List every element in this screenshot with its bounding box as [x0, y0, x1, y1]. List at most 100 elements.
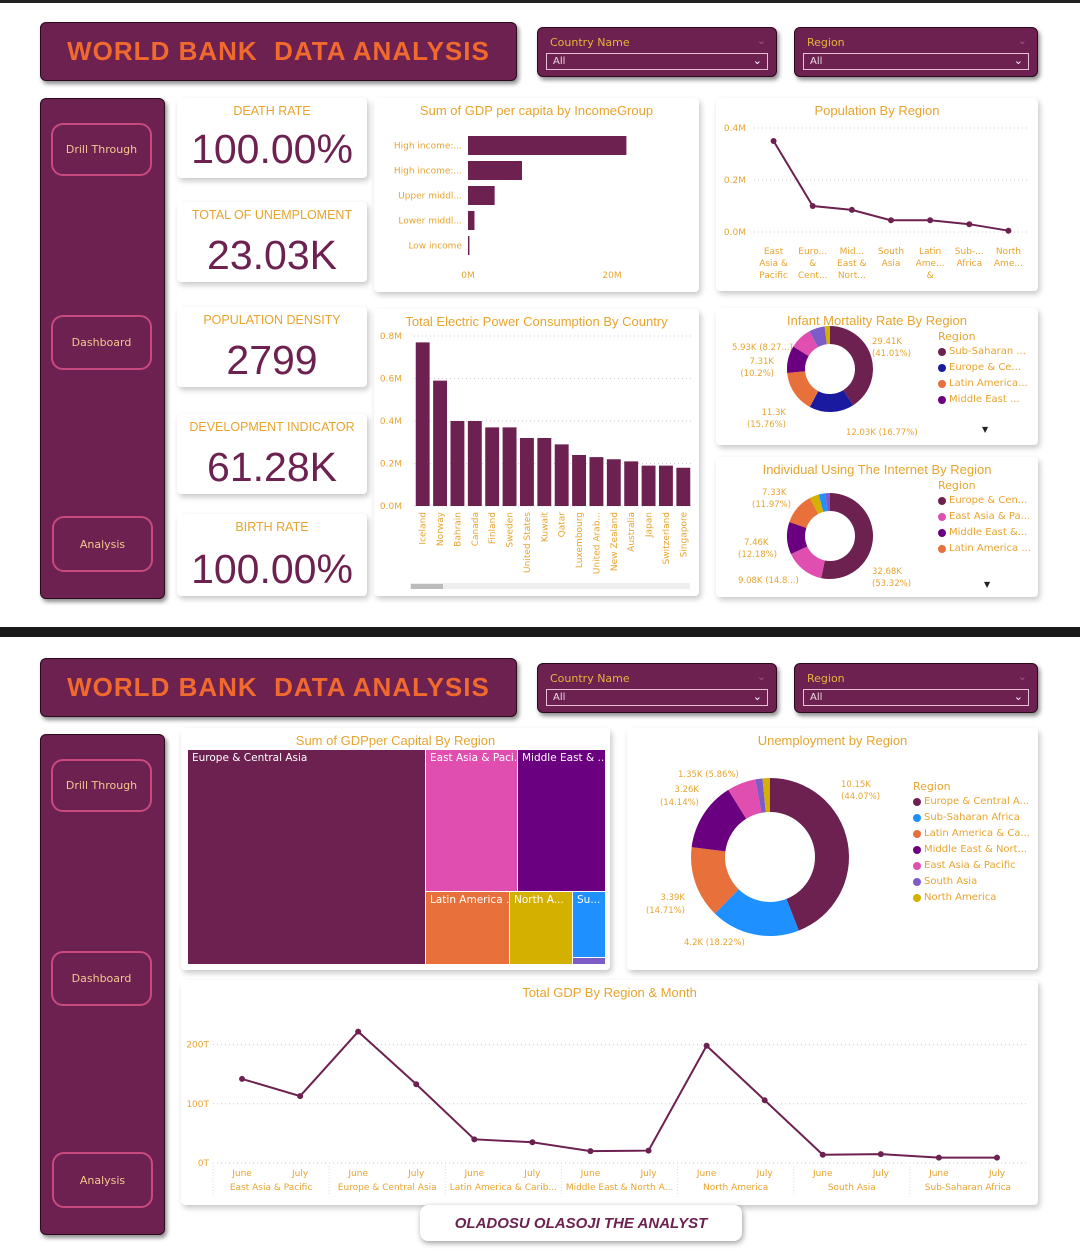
legend-item[interactable]: Middle East ... — [938, 394, 1028, 405]
unemployment-marks: 10.15K (44.07%) 4.2K (18.22%) 3.39K (14.71%)… — [646, 770, 880, 948]
tick-label: 100T — [186, 1100, 209, 1110]
legend-dot — [938, 379, 946, 388]
data-label: (41.01%) — [872, 349, 911, 359]
power-marks: 0.0M 0.2M 0.4M 0.6M 0.8M Iceland Norway Bahrain… — [380, 332, 692, 574]
bar — [502, 427, 517, 506]
tick-label: June — [231, 1169, 252, 1179]
internet-card: Individual Using The Internet By Region … — [716, 457, 1038, 597]
legend-item[interactable]: Europe & Cen... — [938, 495, 1031, 506]
legend-label: Sub-Saharan ... — [949, 346, 1026, 357]
data-label: (15.76%) — [747, 420, 786, 430]
author-footer: OLADOSU OLASOJI THE ANALYST — [420, 1205, 742, 1241]
country-slicer[interactable]: Country Name ⌄ All ⌄ — [537, 27, 777, 77]
analysis-button[interactable]: Analysis — [52, 1152, 153, 1208]
gdp-income-card: Sum of GDP per capita by IncomeGroup Hig… — [374, 98, 699, 292]
category-label: Canada — [471, 512, 481, 546]
region-slicer-label: Region — [807, 36, 845, 49]
unemployment-legend: Region Europe & Central A... Sub-Saharan… — [913, 780, 1030, 908]
treemap-tile[interactable]: Latin America ... — [426, 892, 509, 964]
category-label: South — [878, 247, 904, 257]
category-label: Asia & — [759, 259, 788, 269]
dashboard-button[interactable]: Dashboard — [51, 951, 152, 1006]
tick-label: July — [872, 1169, 890, 1179]
data-point — [471, 1136, 478, 1143]
legend-item[interactable]: Latin America & Ca... — [913, 828, 1030, 839]
legend-dot — [938, 395, 946, 404]
legend-item[interactable]: Sub-Saharan ... — [938, 346, 1028, 357]
legend-dot — [913, 861, 921, 870]
tick-label: 0T — [198, 1159, 210, 1169]
legend-scroll-down-icon[interactable]: ▼ — [984, 580, 990, 589]
dashboard-button[interactable]: Dashboard — [51, 315, 152, 370]
data-label: 10.15K — [841, 780, 871, 790]
treemap-tile[interactable]: Middle East & ... — [518, 750, 605, 891]
region-dropdown[interactable]: All ⌄ — [803, 689, 1029, 706]
tick-label: July — [407, 1169, 425, 1179]
legend-item[interactable]: Latin America ... — [938, 543, 1031, 554]
legend-item[interactable]: East Asia & Pa... — [938, 511, 1031, 522]
legend-item[interactable]: East Asia & Pacific — [913, 860, 1030, 871]
legend-item[interactable]: North America — [913, 892, 1030, 903]
region-dropdown[interactable]: All ⌄ — [803, 53, 1029, 70]
legend-scroll-down-icon[interactable]: ▼ — [982, 425, 988, 434]
data-point — [927, 217, 934, 224]
treemap-tile[interactable]: North A... — [510, 892, 572, 964]
bar — [467, 421, 482, 506]
region-slicer[interactable]: Region ⌄ All ⌄ — [794, 27, 1038, 77]
legend-item[interactable]: South Asia — [913, 876, 1030, 887]
treemap-tile-small[interactable] — [573, 958, 605, 964]
tick-label: 0.4M — [724, 124, 746, 134]
tick-label: 0.6M — [380, 375, 402, 385]
country-dropdown[interactable]: All ⌄ — [546, 689, 768, 706]
scrollbar-thumb[interactable] — [411, 584, 443, 589]
kpi-value: 100.00% — [191, 126, 353, 172]
data-point — [888, 217, 894, 224]
category-label: Singapore — [679, 512, 689, 558]
bar — [554, 444, 569, 506]
treemap-tile[interactable]: Su... — [573, 892, 605, 957]
chevron-down-icon: ⌄ — [756, 670, 766, 683]
legend-item[interactable]: Latin America... — [938, 378, 1028, 389]
scrollbar-track[interactable] — [410, 583, 690, 589]
data-label: (14.14%) — [660, 798, 699, 808]
legend-dot — [938, 528, 946, 537]
population-card: Population By Region 0.0M 0.2M 0.4M East Asi… — [716, 98, 1038, 291]
legend-item[interactable]: Middle East &... — [938, 527, 1031, 538]
data-point — [761, 1097, 768, 1104]
treemap-tile[interactable]: Europe & Central Asia — [188, 750, 425, 964]
legend-item[interactable]: Europe & Ce... — [938, 362, 1028, 373]
data-point — [529, 1139, 536, 1146]
drill-through-button[interactable]: Drill Through — [51, 759, 152, 812]
legend-item[interactable]: Europe & Central A... — [913, 796, 1030, 807]
power-chart: 0.0M 0.2M 0.4M 0.6M 0.8M Iceland Norway Bahrain… — [380, 332, 692, 589]
legend-item[interactable]: Middle East & Nort... — [913, 844, 1030, 855]
population-chart: 0.0M 0.2M 0.4M East Asia & Pacific Euro... & Cen… — [724, 124, 1028, 281]
category-label: North — [996, 247, 1021, 257]
data-point — [993, 1154, 1000, 1161]
treemap-tile[interactable]: East Asia & Paci... — [426, 750, 517, 891]
legend-dot — [938, 363, 946, 372]
country-dropdown[interactable]: All ⌄ — [546, 53, 768, 70]
data-point — [297, 1093, 304, 1100]
bar — [468, 211, 475, 230]
country-slicer[interactable]: Country Name ⌄ All ⌄ — [537, 663, 777, 713]
category-label: Norway — [436, 511, 446, 546]
legend-title: Region — [913, 780, 951, 793]
legend-dot — [938, 347, 946, 356]
category-label: Sub-... — [955, 247, 984, 257]
kpi-value: 2799 — [226, 337, 318, 383]
kpi-label: DEATH RATE — [233, 104, 311, 118]
legend-label: Europe & Ce... — [949, 362, 1021, 373]
region-slicer[interactable]: Region ⌄ All ⌄ — [794, 663, 1038, 713]
series-line — [241, 1030, 997, 1159]
legend-item[interactable]: Sub-Saharan Africa — [913, 812, 1030, 823]
data-point — [413, 1081, 420, 1088]
category-label: Luxembourg — [575, 512, 585, 568]
country-slicer-label: Country Name — [550, 36, 630, 49]
legend-dot — [913, 877, 921, 886]
drill-through-button[interactable]: Drill Through — [51, 123, 152, 176]
analysis-button[interactable]: Analysis — [52, 516, 153, 572]
data-point — [877, 1151, 884, 1158]
chart-title: Sum of GDPper Capital By Region — [295, 733, 496, 748]
legend-dot — [938, 496, 946, 505]
